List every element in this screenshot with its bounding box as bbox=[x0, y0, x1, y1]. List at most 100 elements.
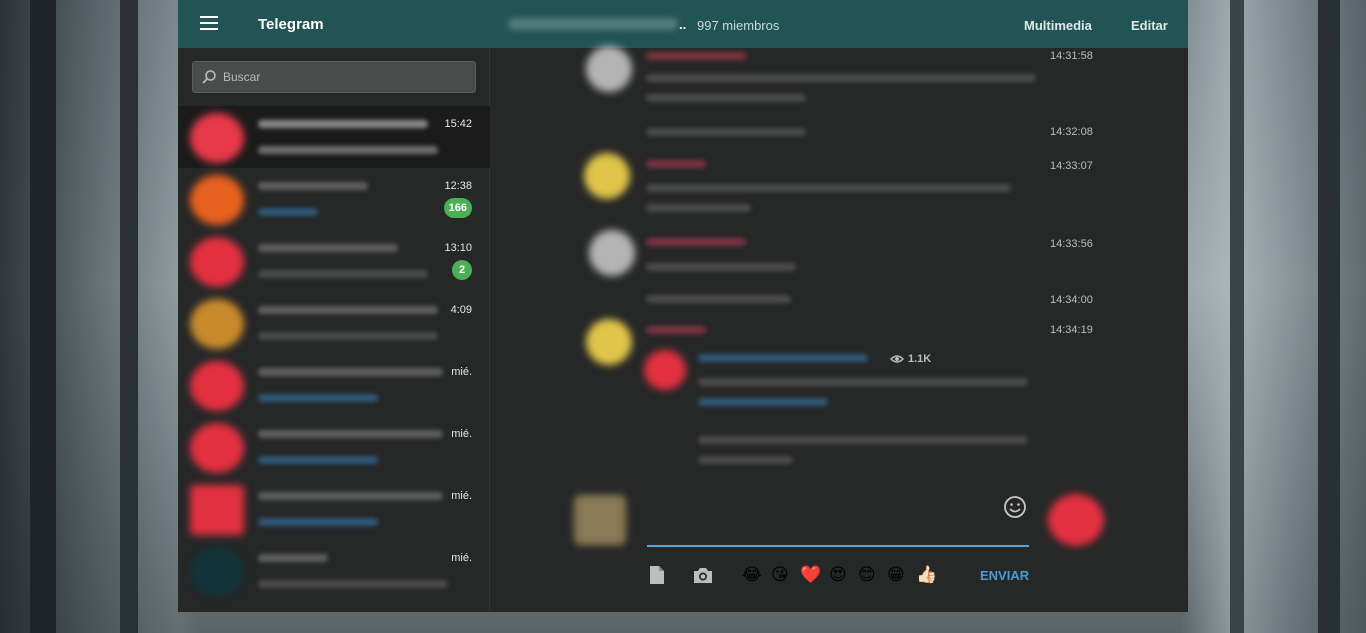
chat-item[interactable]: mié. bbox=[178, 478, 490, 540]
attach-file-icon[interactable] bbox=[646, 564, 668, 586]
chat-item[interactable]: mié. bbox=[178, 354, 490, 416]
emoji-tears-of-joy[interactable]: 😂 bbox=[742, 565, 762, 585]
emoji-thumbs-up[interactable]: 👍🏻 bbox=[916, 565, 937, 585]
sender-name-redacted bbox=[646, 52, 746, 60]
search-icon bbox=[202, 70, 216, 84]
message-text-redacted bbox=[698, 456, 793, 464]
chat-name-redacted bbox=[258, 182, 368, 190]
chat-avatar bbox=[190, 113, 244, 163]
chat-name-redacted bbox=[258, 244, 398, 252]
message-time: 14:34:19 bbox=[1050, 324, 1093, 336]
chat-title-redacted[interactable] bbox=[508, 18, 678, 30]
emoji-heart[interactable]: ❤️ bbox=[800, 565, 821, 585]
message-input-underline[interactable] bbox=[647, 545, 1029, 547]
message-text-redacted bbox=[646, 74, 1036, 82]
message-time: 14:33:56 bbox=[1050, 238, 1093, 250]
chat-preview-redacted bbox=[258, 394, 378, 402]
chat-name-redacted bbox=[258, 306, 438, 314]
chat-avatar bbox=[190, 299, 244, 349]
message-link-redacted[interactable] bbox=[698, 398, 828, 406]
chat-item[interactable]: 13:10 2 bbox=[178, 230, 490, 292]
chat-time: mié. bbox=[451, 428, 472, 440]
emoji-picker-icon[interactable] bbox=[1002, 494, 1028, 520]
view-count: 1.1K bbox=[908, 353, 932, 365]
channel-avatar[interactable] bbox=[574, 495, 626, 545]
tree-trunk bbox=[120, 0, 138, 633]
chat-name-redacted bbox=[258, 368, 443, 376]
chat-preview-redacted bbox=[258, 580, 448, 588]
own-avatar[interactable] bbox=[1048, 494, 1104, 546]
emoji-grin[interactable]: 😁 bbox=[887, 565, 905, 585]
sender-avatar[interactable] bbox=[584, 153, 630, 199]
tree-trunk bbox=[30, 0, 56, 633]
unread-badge: 2 bbox=[452, 260, 472, 280]
chat-time: 12:38 bbox=[444, 180, 472, 192]
view-counter: 1.1K bbox=[890, 353, 931, 365]
message-text-redacted bbox=[646, 184, 1011, 192]
media-button[interactable]: Multimedia bbox=[1024, 18, 1092, 33]
chat-preview-redacted bbox=[258, 518, 378, 526]
eye-icon bbox=[890, 355, 904, 363]
chat-item[interactable]: 15:42 bbox=[178, 106, 490, 168]
message-time: 14:32:08 bbox=[1050, 126, 1093, 138]
chat-avatar bbox=[190, 361, 244, 411]
chat-time: mié. bbox=[451, 490, 472, 502]
chat-item[interactable]: mié. bbox=[178, 540, 490, 602]
chat-time: 13:10 bbox=[444, 242, 472, 254]
message-text-redacted bbox=[646, 204, 751, 212]
message-time: 14:34:00 bbox=[1050, 294, 1093, 306]
sender-avatar[interactable] bbox=[589, 230, 635, 276]
tree-trunk bbox=[1230, 0, 1244, 633]
chat-preview-redacted bbox=[258, 332, 438, 340]
chat-time: mié. bbox=[451, 552, 472, 564]
telegram-window: Telegram .. 997 miembros Multimedia Edit… bbox=[178, 0, 1188, 612]
edit-button[interactable]: Editar bbox=[1131, 18, 1168, 33]
chat-item[interactable]: mié. bbox=[178, 416, 490, 478]
unread-badge: 166 bbox=[443, 198, 472, 218]
chat-preview-redacted bbox=[258, 208, 318, 216]
member-count[interactable]: 997 miembros bbox=[697, 18, 779, 33]
message-area: 14:31:58 14:32:08 14:33:07 14:33:56 14:3… bbox=[490, 46, 1188, 612]
message-text-redacted bbox=[698, 378, 1028, 386]
message-time: 14:31:58 bbox=[1050, 50, 1093, 62]
chat-list: 15:42 12:38 166 13:10 2 4:09 mié. mié. m… bbox=[178, 106, 490, 602]
emoji-kiss[interactable]: 😘 bbox=[771, 565, 789, 585]
chat-title-ellipsis: .. bbox=[679, 17, 687, 32]
app-header: Telegram .. 997 miembros Multimedia Edit… bbox=[178, 0, 1188, 48]
chat-preview-redacted bbox=[258, 146, 438, 154]
send-button[interactable]: ENVIAR bbox=[980, 568, 1029, 583]
emoji-heart-eyes[interactable]: 😍 bbox=[829, 565, 847, 585]
chat-time: mié. bbox=[451, 366, 472, 378]
chat-avatar bbox=[190, 175, 244, 225]
chat-preview-redacted bbox=[258, 456, 378, 464]
chat-preview-redacted bbox=[258, 270, 428, 278]
message-text-redacted bbox=[646, 94, 806, 102]
chat-name-redacted bbox=[258, 492, 443, 500]
message-text-redacted bbox=[646, 128, 806, 136]
hamburger-menu-icon[interactable] bbox=[200, 16, 218, 30]
sender-name-redacted bbox=[646, 326, 706, 334]
chat-item[interactable]: 12:38 166 bbox=[178, 168, 490, 230]
forward-source-avatar[interactable] bbox=[644, 350, 686, 390]
chat-avatar bbox=[190, 547, 244, 597]
message-text-redacted bbox=[646, 263, 796, 271]
search-input[interactable] bbox=[223, 62, 463, 92]
message-text-redacted bbox=[646, 295, 791, 303]
sender-name-redacted bbox=[646, 160, 706, 168]
message-text-redacted bbox=[698, 436, 1028, 444]
sender-avatar[interactable] bbox=[586, 319, 632, 365]
camera-icon[interactable] bbox=[692, 564, 714, 586]
chat-time: 15:42 bbox=[444, 118, 472, 130]
chat-item[interactable]: 4:09 bbox=[178, 292, 490, 354]
tree-trunk bbox=[1318, 0, 1340, 633]
chat-name-redacted bbox=[258, 120, 428, 128]
emoji-smile[interactable]: 😊 bbox=[858, 565, 876, 585]
chat-sidebar: 15:42 12:38 166 13:10 2 4:09 bbox=[178, 48, 490, 612]
chat-time: 4:09 bbox=[450, 304, 472, 316]
chat-avatar bbox=[190, 485, 244, 535]
chat-name-redacted bbox=[258, 430, 443, 438]
app-title: Telegram bbox=[258, 16, 324, 33]
forward-source-name-redacted bbox=[698, 354, 868, 362]
sender-avatar[interactable] bbox=[586, 46, 632, 92]
chat-avatar bbox=[190, 423, 244, 473]
